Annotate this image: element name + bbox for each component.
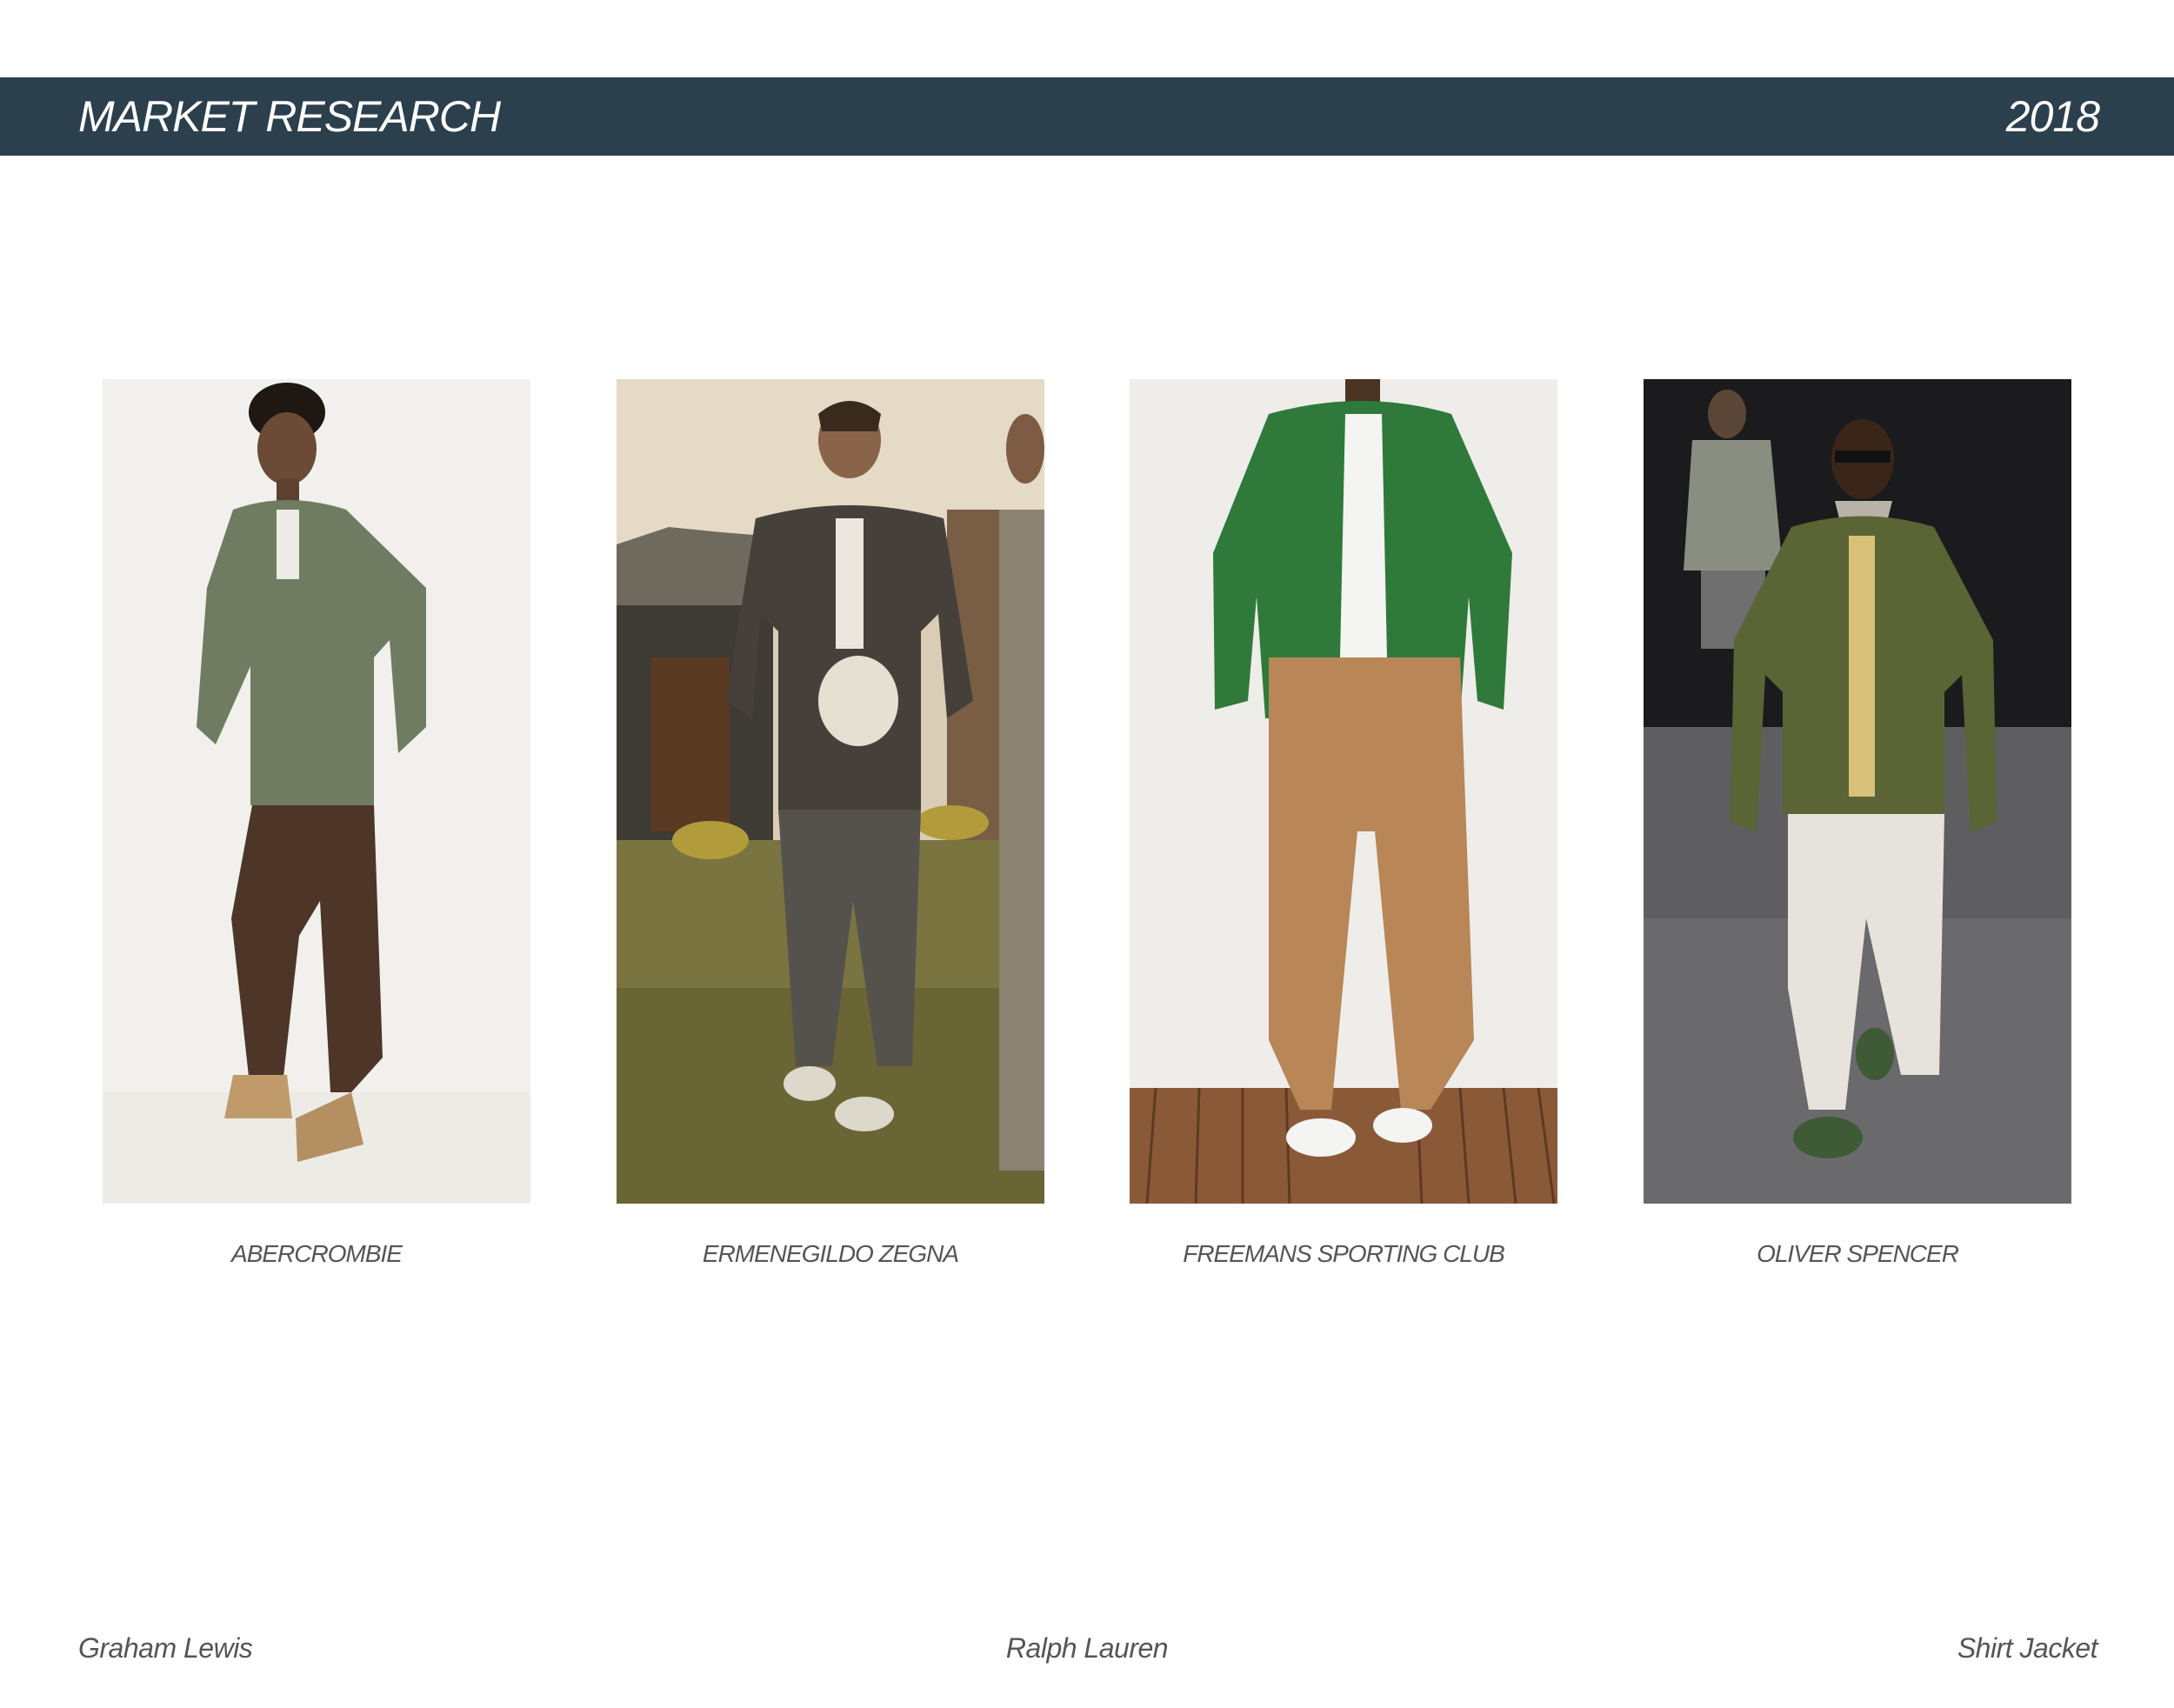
brand-caption: ABERCROMBIE xyxy=(231,1240,403,1267)
footer-author: Graham Lewis xyxy=(78,1632,253,1664)
header-bar: MARKET RESEARCH 2018 xyxy=(0,77,2174,156)
model-photo xyxy=(617,379,1044,1204)
brand-card-oliver-spencer: OLIVER SPENCER xyxy=(1644,379,2071,1267)
brand-card-freemans-sporting-club: FREEMANS SPORTING CLUB xyxy=(1130,379,1557,1267)
year-label: 2018 xyxy=(2005,92,2100,141)
brand-card-abercrombie: ABERCROMBIE xyxy=(103,379,530,1267)
page-title: MARKET RESEARCH xyxy=(78,92,501,141)
model-photo xyxy=(1644,379,2071,1204)
brand-caption: OLIVER SPENCER xyxy=(1757,1240,1959,1267)
footer-product: Shirt Jacket xyxy=(1957,1632,2098,1664)
model-photo xyxy=(103,379,530,1204)
brand-caption: ERMENEGILDO ZEGNA xyxy=(702,1240,959,1267)
model-photo xyxy=(1130,379,1557,1204)
footer-brand: Ralph Lauren xyxy=(1005,1632,1169,1664)
brand-caption: FREEMANS SPORTING CLUB xyxy=(1183,1240,1505,1267)
brand-card-ermenegildo-zegna: ERMENEGILDO ZEGNA xyxy=(617,379,1044,1267)
